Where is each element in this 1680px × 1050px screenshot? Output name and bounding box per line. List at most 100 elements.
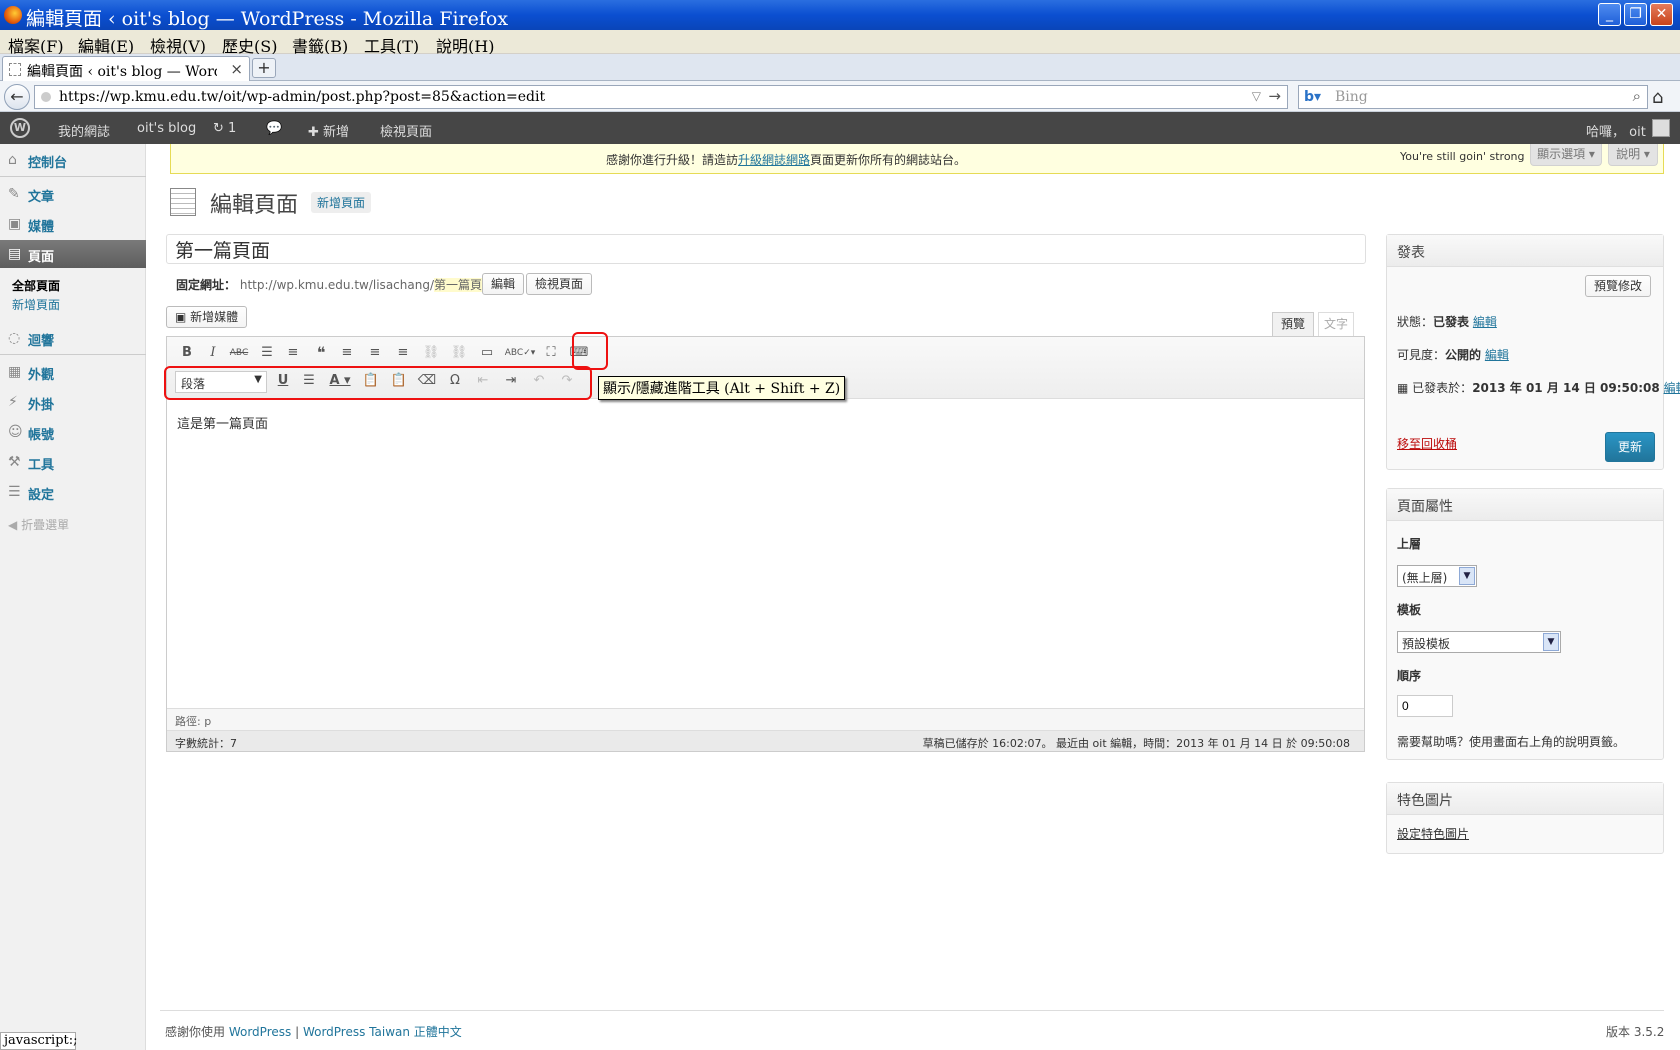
sidebar-item-comments[interactable]: ◌ 迴響 — [0, 324, 146, 352]
chevron-down-icon: ▼ — [1543, 633, 1559, 651]
parent-select[interactable]: (無上層) ▼ — [1397, 565, 1477, 587]
pin-icon: ✎ — [8, 186, 20, 202]
tab-text[interactable]: 文字 — [1318, 312, 1354, 336]
tab-visual[interactable]: 預覽 — [1272, 312, 1314, 336]
updates-icon: ↻ — [213, 121, 224, 136]
adminbar-view-page[interactable]: 檢視頁面 — [380, 121, 432, 140]
link-icon[interactable]: ⛓ — [419, 341, 443, 365]
back-button[interactable]: ← — [4, 84, 30, 110]
adminbar-my-sites[interactable]: 我的網誌 — [58, 121, 110, 140]
browser-status-line: javascript:; — [0, 1032, 78, 1050]
edit-status-link[interactable]: 編輯 — [1473, 315, 1497, 329]
update-button[interactable]: 更新 — [1605, 432, 1655, 462]
sidebar-item-pages[interactable]: ▤ 頁面 — [0, 240, 146, 268]
sidebar-item-settings[interactable]: ☰ 設定 — [0, 478, 146, 506]
wordpress-taiwan-link[interactable]: WordPress Taiwan 正體中文 — [303, 1025, 462, 1039]
editor-path: 路徑: p — [167, 708, 1364, 730]
edit-date-link[interactable]: 編輯 — [1664, 381, 1680, 395]
pages-icon: ▤ — [8, 246, 22, 262]
sidebar-item-dashboard[interactable]: ⌂ 控制台 — [0, 146, 146, 174]
permalink-label: 固定網址： — [176, 278, 237, 292]
editor-content[interactable]: 這是第一篇頁面 — [177, 413, 268, 432]
footer-separator: | — [291, 1025, 303, 1039]
view-page-button[interactable]: 檢視頁面 — [526, 273, 593, 295]
sidebar-item-users[interactable]: ☺ 帳號 — [0, 418, 146, 446]
move-to-trash-link[interactable]: 移至回收桶 — [1397, 435, 1457, 452]
sidebar-item-label: 文章 — [28, 190, 55, 205]
new-tab-button[interactable]: + — [252, 58, 276, 78]
help-tab-button[interactable]: 說明 ▾ — [1608, 144, 1658, 166]
minimize-button[interactable]: _ — [1598, 3, 1621, 26]
sidebar-sub-add-new[interactable]: 新增頁面 — [12, 296, 60, 313]
avatar[interactable] — [1652, 119, 1670, 137]
insert-more-icon[interactable]: ▭ — [475, 341, 499, 365]
search-icon[interactable]: ⌕ — [1633, 87, 1641, 105]
comments-icon: ◌ — [8, 330, 21, 346]
add-media-button[interactable]: ▣ 新增媒體 — [166, 306, 248, 328]
order-input[interactable] — [1397, 695, 1453, 717]
unlink-icon[interactable]: ⛓ — [447, 341, 471, 365]
template-select[interactable]: 預設模板 ▼ — [1397, 631, 1561, 653]
sidebar-divider — [0, 176, 146, 177]
order-label: 順序 — [1397, 669, 1422, 683]
wordpress-logo-icon[interactable]: W — [10, 118, 30, 138]
numbered-list-icon[interactable]: ≡ — [281, 341, 305, 365]
bullet-list-icon[interactable]: ☰ — [255, 341, 279, 365]
editor-status-bar: 字數統計：7 草稿已儲存於 16:02:07。 最近由 oit 編輯，時間：20… — [167, 730, 1364, 751]
template-label: 模板 — [1397, 603, 1422, 617]
upgrade-network-link[interactable]: 升級網誌網路 — [738, 153, 810, 167]
site-identity-icon[interactable] — [41, 92, 51, 102]
sidebar-sub-all-pages[interactable]: 全部頁面 — [12, 277, 60, 294]
sidebar-item-media[interactable]: ▣ 媒體 — [0, 210, 146, 238]
align-left-icon[interactable]: ≡ — [335, 341, 359, 365]
home-icon[interactable]: ⌂ — [1652, 87, 1663, 108]
collapse-menu[interactable]: ◀ 折疊選單 — [8, 516, 69, 533]
footer-divider — [160, 1010, 1664, 1011]
search-bar[interactable]: b▾ Bing ⌕ — [1298, 85, 1648, 109]
adminbar-new[interactable]: ✚ 新增 — [308, 121, 349, 140]
highlight-kitchen-sink — [572, 332, 608, 370]
fullscreen-icon[interactable]: ⛶ — [539, 341, 563, 365]
url-bar[interactable]: https://wp.kmu.edu.tw/oit/wp-admin/post.… — [34, 85, 1288, 109]
sidebar-item-appearance[interactable]: ▦ 外觀 — [0, 358, 146, 386]
set-featured-image-link[interactable]: 設定特色圖片 — [1397, 825, 1469, 842]
bold-icon[interactable]: B — [175, 341, 199, 365]
align-right-icon[interactable]: ≡ — [391, 341, 415, 365]
strikethrough-icon[interactable]: ABC — [227, 341, 251, 365]
sidebar-item-tools[interactable]: ⚒ 工具 — [0, 448, 146, 476]
edit-permalink-button[interactable]: 編輯 — [482, 273, 525, 295]
sidebar-item-label: 頁面 — [28, 250, 55, 265]
admin-sidebar: ⌂ 控制台 ✎ 文章 ▣ 媒體 ▤ 頁面 全部頁面 新增頁面 ◌ 迴響 ▦ 外觀… — [0, 144, 146, 1050]
sidebar-item-label: 設定 — [28, 488, 55, 503]
tab-strip: 編輯頁面 ‹ oit's blog — WordP… × + — [0, 54, 1680, 81]
preview-changes-button[interactable]: 預覽修改 — [1585, 275, 1652, 297]
wordpress-link[interactable]: WordPress — [229, 1025, 291, 1039]
spellcheck-icon[interactable]: ABC✓▾ — [503, 341, 537, 365]
add-media-label: 新增媒體 — [190, 310, 239, 324]
firefox-icon — [4, 6, 22, 24]
close-button[interactable]: ✕ — [1650, 3, 1673, 26]
go-arrow-icon[interactable]: → — [1268, 87, 1281, 105]
url-text: https://wp.kmu.edu.tw/oit/wp-admin/post.… — [59, 89, 546, 105]
italic-icon[interactable]: I — [201, 341, 225, 365]
adminbar-blog[interactable]: oit's blog — [137, 121, 196, 136]
post-title-input[interactable] — [166, 234, 1366, 264]
search-engine-icon[interactable]: b▾ — [1304, 89, 1321, 105]
align-center-icon[interactable]: ≡ — [363, 341, 387, 365]
sidebar-item-plugins[interactable]: ⚡ 外掛 — [0, 388, 146, 416]
sidebar-item-posts[interactable]: ✎ 文章 — [0, 180, 146, 208]
add-new-page-button[interactable]: 新增頁面 — [311, 192, 372, 213]
edit-visibility-link[interactable]: 編輯 — [1485, 348, 1509, 362]
url-dropdown-icon[interactable]: ▽ — [1252, 89, 1261, 103]
published-row: ▦ 已發表於：2013 年 01 月 14 日 09:50:08 編輯 — [1397, 379, 1680, 396]
screen-options-button[interactable]: 顯示選項 ▾ — [1530, 144, 1602, 166]
comments-icon[interactable]: 💬 — [266, 121, 282, 136]
publish-box: 發表 預覽修改 狀態：已發表 編輯 可見度：公開的 編輯 ▦ 已發表於：2013… — [1386, 234, 1680, 470]
page-icon — [9, 63, 21, 76]
blockquote-icon[interactable]: ❝ — [309, 341, 333, 365]
adminbar-greeting[interactable]: 哈囉， oit — [1586, 121, 1646, 140]
browser-tab[interactable]: 編輯頁面 ‹ oit's blog — WordP… × — [2, 56, 250, 81]
tab-close-icon[interactable]: × — [230, 60, 243, 78]
adminbar-updates[interactable]: ↻ 1 — [213, 121, 236, 136]
maximize-button[interactable]: ❐ — [1624, 3, 1647, 26]
